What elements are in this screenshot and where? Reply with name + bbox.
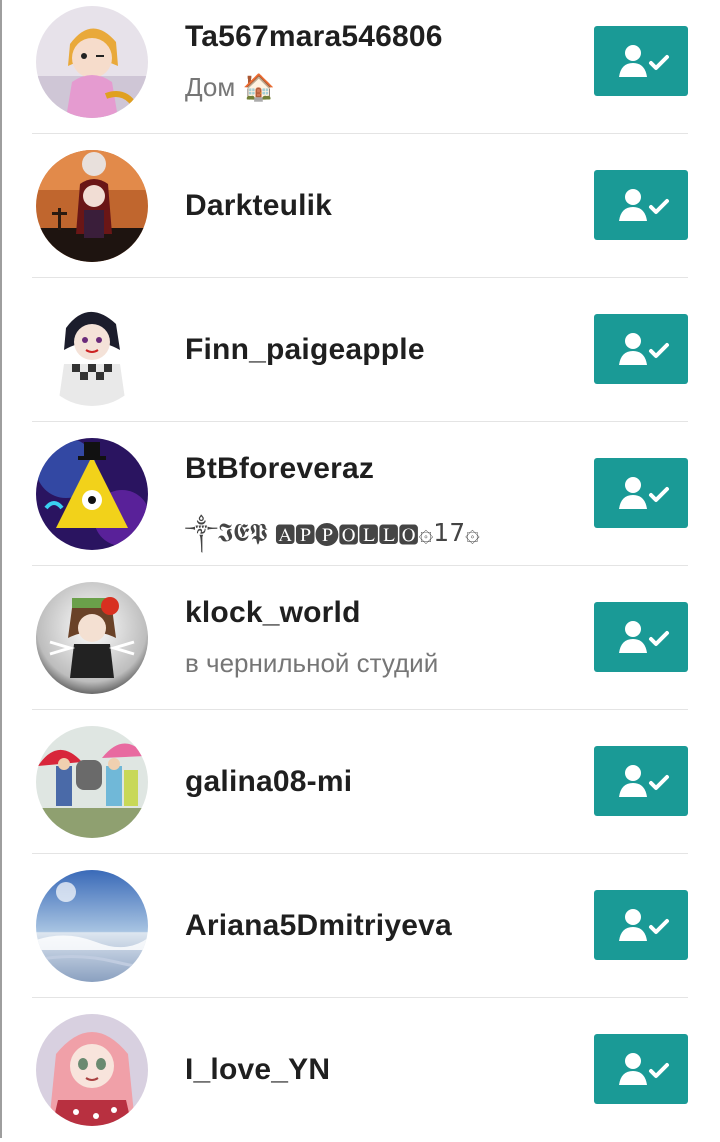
following-button[interactable]	[594, 890, 688, 960]
following-button[interactable]	[594, 170, 688, 240]
username[interactable]: Ariana5Dmitriyeva	[185, 909, 452, 943]
username[interactable]: klock_world	[185, 596, 361, 630]
user-check-icon	[619, 1053, 669, 1085]
username[interactable]: Ta567mara546806	[185, 20, 443, 54]
following-button[interactable]	[594, 458, 688, 528]
avatar[interactable]	[36, 6, 148, 118]
list-item[interactable]: galina08-mi	[0, 710, 720, 854]
avatar[interactable]	[36, 294, 148, 406]
username[interactable]: I_love_YN	[185, 1053, 330, 1087]
username[interactable]: Darkteulik	[185, 189, 332, 223]
user-check-icon	[619, 621, 669, 653]
user-check-icon	[619, 765, 669, 797]
user-check-icon	[619, 333, 669, 365]
avatar[interactable]	[36, 438, 148, 550]
avatar[interactable]	[36, 870, 148, 982]
list-item[interactable]: Finn_paigeapple	[0, 278, 720, 422]
list-item[interactable]: Ariana5Dmitriyeva	[0, 854, 720, 998]
user-check-icon	[619, 45, 669, 77]
username[interactable]: galina08-mi	[185, 765, 352, 799]
user-check-icon	[619, 477, 669, 509]
avatar[interactable]	[36, 1014, 148, 1126]
following-button[interactable]	[594, 602, 688, 672]
following-button[interactable]	[594, 314, 688, 384]
user-bio: в чернильной студий	[185, 648, 439, 678]
user-list: Ta567mara546806 Дом 🏠 Darkteulik Finn_pa…	[0, 0, 720, 1142]
avatar[interactable]	[36, 726, 148, 838]
following-button[interactable]	[594, 746, 688, 816]
user-bio: Дом 🏠	[185, 72, 275, 102]
list-item[interactable]: BtBforeveraz ༒𝕴𝕰𝕻 🅰🅿🅟🅾🅻🅻🅾۞17۞	[0, 422, 720, 566]
list-item[interactable]: klock_world в чернильной студий	[0, 566, 720, 710]
user-check-icon	[619, 909, 669, 941]
avatar[interactable]	[36, 150, 148, 262]
avatar[interactable]	[36, 582, 148, 694]
user-check-icon	[619, 189, 669, 221]
username[interactable]: BtBforeveraz	[185, 452, 374, 486]
list-item[interactable]: Ta567mara546806 Дом 🏠	[0, 0, 720, 134]
following-button[interactable]	[594, 1034, 688, 1104]
list-item[interactable]: Darkteulik	[0, 134, 720, 278]
username[interactable]: Finn_paigeapple	[185, 333, 425, 367]
list-item[interactable]: I_love_YN	[0, 998, 720, 1142]
following-button[interactable]	[594, 26, 688, 96]
